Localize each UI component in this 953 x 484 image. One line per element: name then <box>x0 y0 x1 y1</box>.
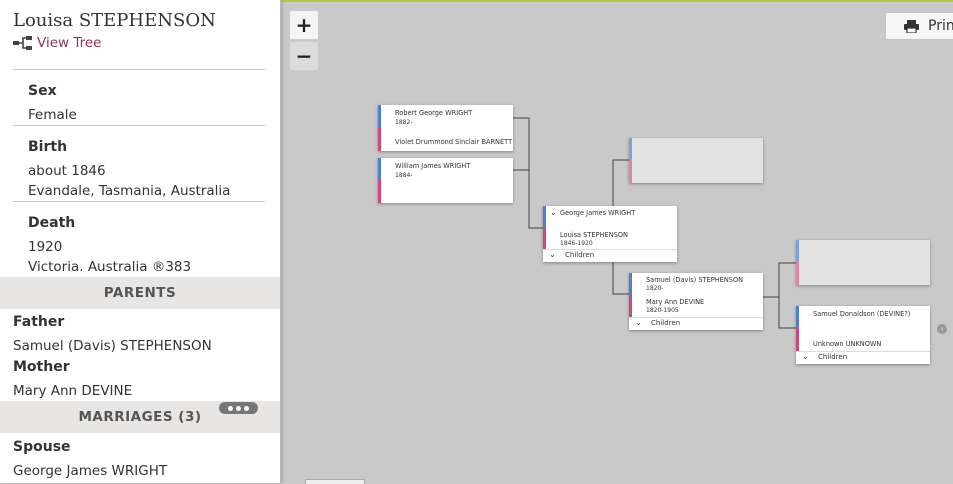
female-slot[interactable]: Unknown UNKNOWN <box>796 328 930 352</box>
person-name: Violet Drummond Sinclair BARNETT <box>395 138 513 146</box>
female-slot[interactable]: Mary Ann DEVINE 1820-1905 <box>629 295 763 318</box>
male-slot[interactable]: Robert George WRIGHT 1882- <box>378 105 513 128</box>
children-toggle[interactable]: ⌄ Children <box>629 317 763 330</box>
person-dates: 1884- <box>395 172 413 179</box>
children-toggle[interactable]: ⌄ Children <box>796 351 930 364</box>
children-label: Children <box>818 353 848 361</box>
bottom-tab[interactable] <box>305 479 365 484</box>
male-slot[interactable] <box>796 240 930 262</box>
female-slot[interactable] <box>796 262 930 285</box>
female-slot[interactable] <box>378 180 513 203</box>
person-dates: 1820- <box>646 285 664 292</box>
male-slot[interactable]: William James WRIGHT 1884- <box>378 158 513 180</box>
person-name: Samuel Donaldson (DEVINE?) <box>813 310 911 318</box>
person-dates: 1820-1905 <box>646 307 679 314</box>
focus-family-card[interactable]: ⌄ George James WRIGHT Louisa STEPHENSON … <box>543 206 677 262</box>
parents-family-card[interactable]: Samuel (Davis) STEPHENSON 1820- Mary Ann… <box>629 273 763 330</box>
chevron-down-icon[interactable]: ⌄ <box>550 208 557 217</box>
empty-parents-card[interactable] <box>629 138 763 183</box>
empty-parents-card[interactable] <box>796 240 930 285</box>
male-slot[interactable]: ⌄ George James WRIGHT <box>543 206 677 228</box>
grandparents-family-card[interactable]: Samuel Donaldson (DEVINE?) Unknown UNKNO… <box>796 306 930 364</box>
child-family-card[interactable]: William James WRIGHT 1884- <box>378 158 513 203</box>
child-family-card[interactable]: Robert George WRIGHT 1882- Violet Drummo… <box>378 105 513 151</box>
person-name: Samuel (Davis) STEPHENSON <box>646 276 744 284</box>
person-dates: 1882- <box>395 119 413 126</box>
female-slot[interactable]: Louisa STEPHENSON 1846-1920 <box>543 228 677 250</box>
children-label: Children <box>565 251 595 259</box>
person-name: Louisa STEPHENSON <box>560 231 628 239</box>
person-name: Mary Ann DEVINE <box>646 298 705 306</box>
children-toggle[interactable]: ⌄ Children <box>543 249 677 262</box>
chevron-left-icon[interactable]: ‹ <box>937 324 947 334</box>
chevron-down-icon: ⌄ <box>549 250 556 259</box>
person-dates: 1846-1920 <box>560 240 593 247</box>
male-slot[interactable]: Samuel Donaldson (DEVINE?) <box>796 306 930 328</box>
person-name: Robert George WRIGHT <box>395 109 473 117</box>
female-slot[interactable]: Violet Drummond Sinclair BARNETT <box>378 128 513 151</box>
children-label: Children <box>651 319 681 327</box>
female-slot[interactable] <box>629 160 763 183</box>
person-name: Unknown UNKNOWN <box>813 340 882 348</box>
male-slot[interactable]: Samuel (Davis) STEPHENSON 1820- <box>629 273 763 295</box>
person-name: George James WRIGHT <box>560 209 636 217</box>
chevron-down-icon: ⌄ <box>802 352 809 361</box>
male-slot[interactable] <box>629 138 763 160</box>
chevron-down-icon: ⌄ <box>635 318 642 327</box>
person-name: William James WRIGHT <box>395 162 471 170</box>
